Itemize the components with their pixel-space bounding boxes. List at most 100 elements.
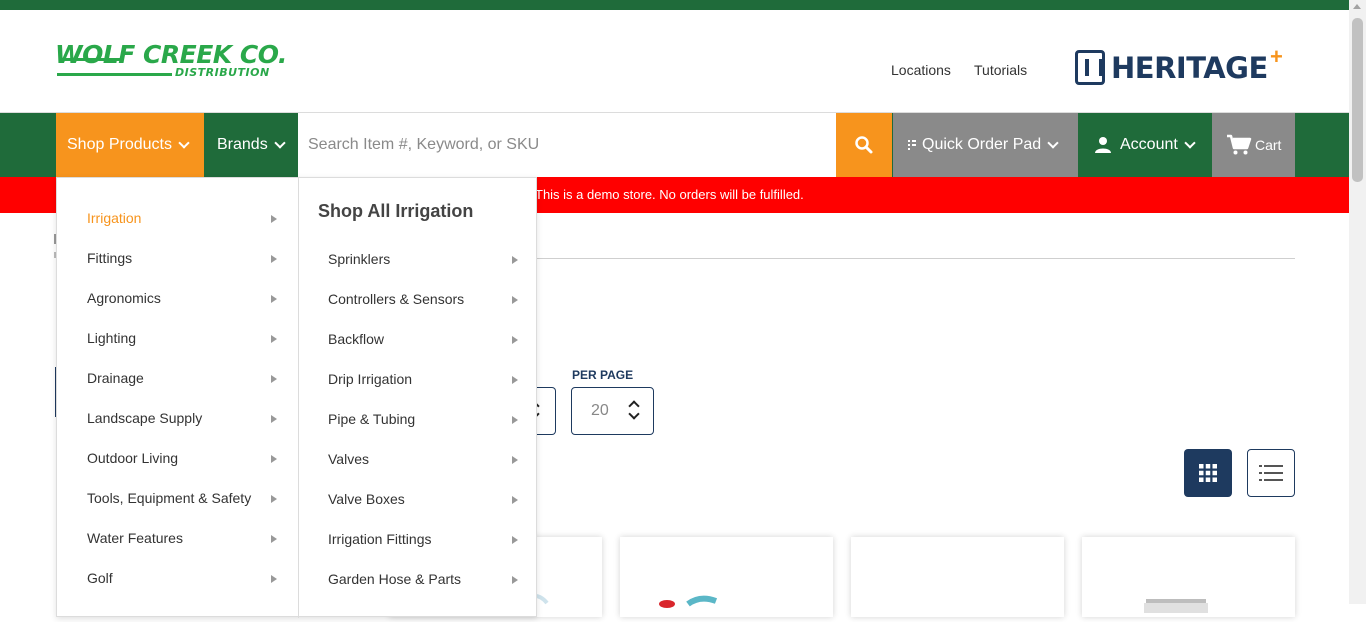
category-label: Golf bbox=[87, 570, 113, 586]
user-icon bbox=[1095, 137, 1111, 153]
menu-category-lighting[interactable]: Lighting bbox=[87, 330, 277, 350]
per-page-stepper-icon bbox=[628, 400, 640, 422]
menu-category-golf[interactable]: Golf bbox=[87, 570, 277, 590]
chevron-down-icon bbox=[274, 137, 286, 149]
submenu-sprinklers[interactable]: Sprinklers bbox=[328, 251, 518, 271]
caret-right-icon bbox=[271, 335, 277, 343]
caret-right-icon bbox=[271, 215, 277, 223]
tutorials-link[interactable]: Tutorials bbox=[974, 62, 1027, 78]
list-icon bbox=[1259, 465, 1283, 481]
chevron-down-icon bbox=[178, 137, 190, 149]
logo-main-text: WOLF CREEK CO. bbox=[55, 40, 287, 69]
scroll-up-arrow-icon[interactable] bbox=[1353, 4, 1361, 9]
menu-category-drainage[interactable]: Drainage bbox=[87, 370, 277, 390]
menu-category-agronomics[interactable]: Agronomics bbox=[87, 290, 277, 310]
demo-store-text: This is a demo store. No orders will be … bbox=[535, 187, 804, 202]
caret-right-icon bbox=[271, 495, 277, 503]
menu-category-tools-equipment-safety[interactable]: Tools, Equipment & Safety bbox=[87, 490, 277, 510]
menu-category-fittings[interactable]: Fittings bbox=[87, 250, 277, 270]
caret-right-icon bbox=[271, 375, 277, 383]
submenu-backflow[interactable]: Backflow bbox=[328, 331, 518, 351]
grid-icon bbox=[1199, 464, 1217, 482]
grid-view-button[interactable] bbox=[1184, 449, 1232, 497]
product-card[interactable] bbox=[1082, 537, 1295, 617]
submenu-irrigation-fittings[interactable]: Irrigation Fittings bbox=[328, 531, 518, 551]
product-image bbox=[659, 595, 718, 608]
search-input[interactable] bbox=[298, 113, 836, 177]
submenu-pipe-tubing[interactable]: Pipe & Tubing bbox=[328, 411, 518, 431]
main-navbar: Shop Products Brands Quick Order Pad Acc… bbox=[0, 113, 1349, 177]
caret-right-icon bbox=[271, 575, 277, 583]
locations-link[interactable]: Locations bbox=[891, 62, 951, 78]
submenu-drip-irrigation[interactable]: Drip Irrigation bbox=[328, 371, 518, 391]
caret-right-icon bbox=[512, 256, 518, 264]
product-image bbox=[1144, 599, 1208, 613]
account-button[interactable]: Account bbox=[1079, 113, 1211, 177]
account-label: Account bbox=[1120, 136, 1178, 153]
caret-right-icon bbox=[512, 576, 518, 584]
subcategory-label: Garden Hose & Parts bbox=[328, 571, 462, 587]
search-button[interactable] bbox=[836, 113, 892, 177]
submenu-valve-boxes[interactable]: Valve Boxes bbox=[328, 491, 518, 511]
per-page-select[interactable]: 20 bbox=[571, 387, 654, 435]
product-card[interactable] bbox=[851, 537, 1064, 617]
product-card[interactable] bbox=[620, 537, 833, 617]
caret-right-icon bbox=[271, 295, 277, 303]
submenu-garden-hose-parts[interactable]: Garden Hose & Parts bbox=[328, 571, 518, 591]
caret-right-icon bbox=[512, 416, 518, 424]
cart-button[interactable]: Cart bbox=[1212, 113, 1295, 177]
shop-products-mega-menu: Irrigation Fittings Agronomics Lighting … bbox=[56, 177, 537, 618]
category-label: Water Features bbox=[87, 530, 183, 546]
logo-stripe bbox=[57, 73, 172, 76]
shop-products-button[interactable]: Shop Products bbox=[56, 113, 204, 177]
category-label: Fittings bbox=[87, 250, 133, 266]
wolf-creek-logo[interactable]: WOLF CREEK CO. DISTRIBUTION bbox=[55, 40, 300, 92]
chevron-down-icon bbox=[1047, 137, 1059, 149]
heritage-plus-icon: + bbox=[1270, 44, 1283, 69]
cart-icon bbox=[1227, 134, 1252, 155]
menu-category-landscape-supply[interactable]: Landscape Supply bbox=[87, 410, 277, 430]
menu-category-water-features[interactable]: Water Features bbox=[87, 530, 277, 550]
subcategory-label: Pipe & Tubing bbox=[328, 411, 416, 427]
caret-right-icon bbox=[271, 255, 277, 263]
menu-category-outdoor-living[interactable]: Outdoor Living bbox=[87, 450, 277, 470]
site-header: WOLF CREEK CO. DISTRIBUTION Locations Tu… bbox=[0, 10, 1349, 113]
mega-menu-divider bbox=[298, 178, 299, 618]
category-label: Drainage bbox=[87, 370, 144, 386]
subcategory-label: Sprinklers bbox=[328, 251, 391, 267]
order-pad-icon bbox=[908, 140, 916, 150]
subcategory-label: Drip Irrigation bbox=[328, 371, 413, 387]
per-page-label: PER PAGE bbox=[572, 368, 634, 382]
subcategory-label: Valve Boxes bbox=[328, 491, 405, 507]
caret-right-icon bbox=[271, 455, 277, 463]
caret-right-icon bbox=[271, 535, 277, 543]
logo-sub-text: DISTRIBUTION bbox=[175, 66, 270, 79]
search-icon bbox=[855, 136, 873, 154]
caret-right-icon bbox=[271, 415, 277, 423]
heritage-mark-icon bbox=[1075, 50, 1105, 85]
category-label: Landscape Supply bbox=[87, 410, 203, 426]
shop-products-label: Shop Products bbox=[67, 136, 172, 153]
caret-right-icon bbox=[512, 376, 518, 384]
chevron-down-icon bbox=[1184, 137, 1196, 149]
brands-button[interactable]: Brands bbox=[205, 113, 298, 177]
category-label: Lighting bbox=[87, 330, 137, 346]
caret-right-icon bbox=[512, 536, 518, 544]
subcategory-label: Controllers & Sensors bbox=[328, 291, 465, 307]
category-label: Outdoor Living bbox=[87, 450, 179, 466]
category-label: Agronomics bbox=[87, 290, 161, 306]
subcategory-label: Backflow bbox=[328, 331, 385, 347]
menu-category-irrigation[interactable]: Irrigation bbox=[87, 210, 277, 230]
quick-order-pad-button[interactable]: Quick Order Pad bbox=[893, 113, 1078, 177]
category-label: Tools, Equipment & Safety bbox=[87, 490, 252, 506]
submenu-controllers-sensors[interactable]: Controllers & Sensors bbox=[328, 291, 518, 311]
cart-label: Cart bbox=[1255, 137, 1282, 153]
submenu-valves[interactable]: Valves bbox=[328, 451, 518, 471]
scrollbar-thumb[interactable] bbox=[1352, 18, 1363, 182]
quick-order-pad-label: Quick Order Pad bbox=[922, 136, 1042, 153]
caret-right-icon bbox=[512, 296, 518, 304]
subcategory-label: Valves bbox=[328, 451, 369, 467]
list-view-button[interactable] bbox=[1247, 449, 1295, 497]
shop-all-irrigation-link[interactable]: Shop All Irrigation bbox=[318, 201, 473, 222]
per-page-value: 20 bbox=[591, 402, 609, 419]
